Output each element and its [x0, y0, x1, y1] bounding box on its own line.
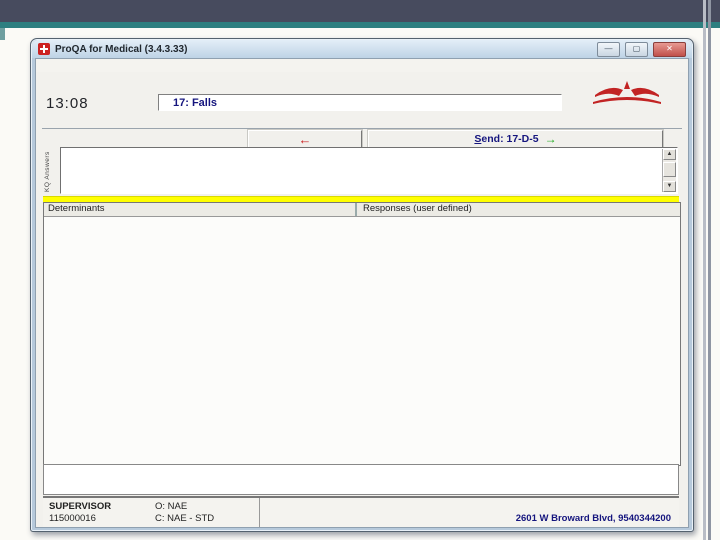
table-header: Determinants Responses (user defined) [44, 203, 680, 217]
slide-right-stripe-2 [708, 0, 711, 540]
chief-complaint-box: 17: Falls [158, 94, 562, 111]
determinants-table: Determinants Responses (user defined) [43, 202, 681, 466]
menu-bar [36, 59, 688, 72]
title-bar[interactable]: ProQA for Medical (3.4.3.33) — ▢ ✕ [32, 40, 692, 58]
slide-right-stripe [703, 0, 706, 540]
status-bar: SUPERVISOR 115000016 O: NAE C: NAE - STD… [43, 496, 679, 527]
case-timer: 13:08 [46, 95, 89, 112]
kq-answers-list: ▲ ▼ [60, 147, 678, 194]
client-area: 13:08 17: Falls ← Send: 17-D-5 → KQ Answ… [35, 58, 689, 528]
tab-row [42, 114, 682, 129]
back-arrow-icon: ← [298, 131, 312, 147]
proqa-app-icon [38, 43, 50, 55]
status-divider [259, 498, 260, 527]
status-address: 2601 W Broward Blvd, 9540344200 [515, 513, 671, 524]
minimize-button[interactable]: — [597, 41, 620, 57]
window-title: ProQA for Medical (3.4.3.33) [55, 43, 188, 55]
status-o-nae: O: NAE [155, 501, 188, 512]
slide-accent-chip [0, 28, 5, 40]
send-arrow-icon: → [544, 132, 557, 146]
back-button[interactable]: ← [248, 130, 362, 148]
send-label: Send: 17-D-5 [474, 133, 539, 145]
kq-answers-panel-label: KQ Answers [44, 151, 51, 192]
status-operator: SUPERVISOR [49, 501, 112, 512]
response-text-panel [43, 464, 679, 495]
maximize-button[interactable]: ▢ [625, 41, 648, 57]
kq-scrollbar[interactable]: ▲ ▼ [662, 149, 676, 192]
slide-top-band [0, 0, 720, 22]
status-c-nae: C: NAE - STD [155, 513, 215, 524]
scroll-thumb[interactable] [663, 162, 676, 177]
status-case-number: 115000016 [49, 513, 96, 524]
close-button[interactable]: ✕ [653, 41, 686, 57]
priority-dispatch-logo [593, 81, 661, 104]
responses-column-header: Responses (user defined) [363, 203, 472, 214]
determinants-column-header: Determinants [44, 203, 357, 216]
send-button[interactable]: Send: 17-D-5 → [368, 130, 663, 148]
scroll-up-icon[interactable]: ▲ [663, 149, 676, 160]
proqa-window: ProQA for Medical (3.4.3.33) — ▢ ✕ 13:08… [30, 38, 694, 532]
slide-accent-band [0, 22, 720, 28]
scroll-down-icon[interactable]: ▼ [663, 181, 676, 192]
